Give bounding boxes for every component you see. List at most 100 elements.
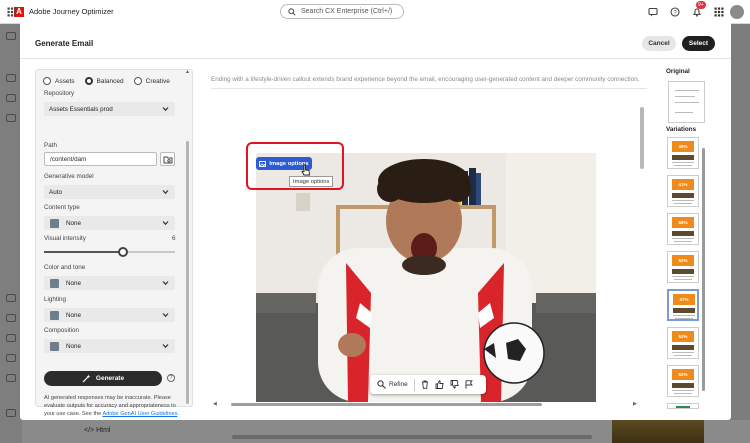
variation-image-strip — [672, 193, 694, 198]
search-field[interactable]: Search CX Enterprise (Ctrl+/) — [280, 4, 404, 19]
variation-thumbnail[interactable]: 47% — [667, 289, 699, 321]
preview-v-scroll-thumb[interactable] — [640, 107, 644, 169]
nav-icon-5[interactable] — [6, 314, 16, 322]
browse-folder-button[interactable] — [160, 152, 175, 166]
radio-assets[interactable]: Assets — [43, 77, 75, 85]
variation-image-strip — [672, 345, 694, 350]
path-input[interactable]: /content/dam — [44, 152, 157, 166]
composition-dropdown[interactable]: None — [44, 339, 175, 353]
cancel-button[interactable]: Cancel — [642, 36, 676, 51]
variation-thumbnail[interactable]: 52% — [667, 251, 699, 283]
generative-model-dropdown[interactable]: Auto — [44, 185, 175, 199]
football-fan-photo — [256, 153, 596, 402]
preview-vertical-scrollbar[interactable] — [640, 97, 644, 403]
variation-thumbnail[interactable]: 41% — [667, 175, 699, 207]
variation-text-line — [674, 165, 692, 166]
refine-button[interactable]: Refine — [377, 380, 408, 389]
color-and-tone-thumbnail — [50, 278, 59, 288]
info-icon[interactable]: ? — [167, 374, 175, 382]
path-value: /content/dam — [50, 155, 87, 163]
variation-text-line — [674, 393, 692, 394]
variation-text-line — [675, 318, 693, 319]
chevron-down-icon — [162, 107, 169, 112]
chevron-down-icon — [162, 190, 169, 195]
path-label: Path — [44, 142, 57, 149]
variation-thumbnail[interactable]: 52% — [667, 365, 699, 397]
nav-icon-3[interactable] — [6, 114, 16, 122]
radio-balanced[interactable]: Balanced — [84, 77, 124, 85]
variation-thumbnail[interactable]: 53% — [667, 327, 699, 359]
color-and-tone-dropdown[interactable]: None — [44, 276, 175, 290]
refine-label: Refine — [389, 381, 408, 388]
variation-text-line — [672, 200, 694, 201]
original-label: Original — [666, 68, 690, 75]
orig-line — [675, 112, 693, 113]
magic-wand-icon — [82, 374, 91, 383]
preview-horizontal-scrollbar[interactable]: ◀ ▶ — [213, 401, 653, 407]
lighting-label: Lighting — [44, 296, 67, 303]
variation-thumbnail[interactable]: 58% — [667, 213, 699, 245]
variation-text-line — [672, 238, 694, 239]
composition-value: None — [66, 342, 82, 350]
nav-icon-4[interactable] — [6, 294, 16, 302]
variation-thumbnail[interactable]: 48% — [667, 137, 699, 169]
content-type-label: Content type — [44, 204, 80, 211]
scroll-up-arrow-icon[interactable]: ▲ — [185, 69, 190, 75]
nav-icon-1[interactable] — [6, 74, 16, 82]
nav-icon-8[interactable] — [6, 374, 16, 382]
slider-fill — [44, 251, 123, 253]
variation-score-badge: 52% — [672, 255, 694, 266]
scroll-left-arrow-icon[interactable]: ◀ — [213, 401, 217, 407]
genai-guidelines-link[interactable]: Adobe GenAI User Guidelines — [102, 411, 177, 417]
lighting-dropdown[interactable]: None — [44, 308, 175, 322]
nav-icon-6[interactable] — [6, 334, 16, 342]
preview-h-scroll-thumb[interactable] — [231, 403, 542, 406]
variation-score-badge: 58% — [672, 217, 694, 228]
original-thumbnail[interactable] — [668, 81, 705, 123]
home-icon[interactable] — [6, 32, 16, 40]
flag-icon[interactable] — [465, 380, 473, 389]
feedback-icon[interactable] — [647, 6, 658, 17]
variations-scrollbar[interactable] — [702, 138, 705, 406]
visual-intensity-slider[interactable] — [44, 247, 175, 257]
background-editor-strip: </> Html — [22, 420, 750, 443]
nav-icon-9[interactable] — [6, 409, 16, 417]
content-type-thumbnail — [50, 218, 59, 228]
thumbs-down-icon[interactable] — [450, 380, 459, 389]
help-icon[interactable]: ? — [669, 6, 680, 17]
image-options-tooltip: Image options — [289, 176, 334, 187]
apps-grid-icon[interactable] — [713, 6, 724, 17]
delete-icon[interactable] — [421, 380, 429, 389]
slider-handle[interactable] — [117, 247, 128, 257]
app-grid-icon[interactable] — [7, 7, 17, 17]
select-button[interactable]: Select — [682, 36, 715, 51]
composition-label: Composition — [44, 327, 79, 334]
variation-thumbnail-partial[interactable] — [667, 403, 699, 409]
variation-text-line — [672, 162, 694, 163]
settings-scroll-thumb[interactable] — [186, 141, 189, 404]
radio-balanced-circle[interactable] — [84, 77, 93, 85]
radio-creative-circle[interactable] — [133, 77, 142, 85]
nav-icon-7[interactable] — [6, 354, 16, 362]
generate-button[interactable]: Generate — [44, 371, 162, 386]
lighting-thumbnail — [50, 310, 59, 320]
thumbs-up-icon[interactable] — [435, 380, 444, 389]
scroll-right-arrow-icon[interactable]: ▶ — [633, 401, 637, 407]
chevron-down-icon — [162, 281, 169, 286]
variations-scroll-thumb[interactable] — [702, 148, 705, 391]
search-icon — [288, 7, 296, 16]
user-avatar[interactable] — [730, 5, 744, 19]
radio-assets-circle[interactable] — [43, 77, 51, 85]
variation-text-line — [674, 241, 692, 242]
radio-creative-label: Creative — [145, 77, 170, 85]
search-placeholder: Search CX Enterprise (Ctrl+/) — [301, 8, 393, 15]
settings-scrollbar[interactable]: ▲ — [185, 69, 190, 406]
variation-text-line — [672, 390, 694, 391]
notifications-bell-icon[interactable]: 9+ — [691, 1, 706, 17]
radio-creative[interactable]: Creative — [133, 77, 170, 85]
content-type-dropdown[interactable]: None — [44, 216, 175, 230]
repository-dropdown[interactable]: Assets Essentials prod — [44, 102, 175, 116]
variation-score-badge: 47% — [673, 294, 695, 305]
hero-image[interactable] — [256, 153, 596, 402]
nav-icon-2[interactable] — [6, 94, 16, 102]
